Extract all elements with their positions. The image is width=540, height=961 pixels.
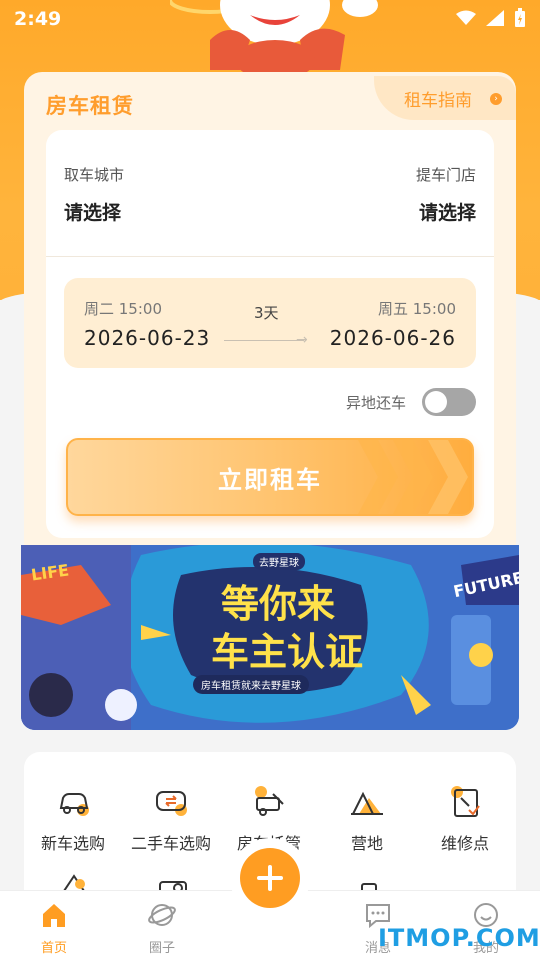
tab-home[interactable]: 首页	[24, 901, 84, 956]
wifi-icon	[456, 10, 476, 25]
rental-guide-link[interactable]: 租车指南 ›	[374, 76, 516, 120]
rental-form: 取车城市 请选择 提车门店 请选择 周二 15:00 2026-06-23 3天…	[46, 130, 494, 538]
remote-return-toggle[interactable]	[422, 388, 476, 416]
banner-caption: 房车租赁就来去野星球	[193, 675, 309, 694]
campsite-icon	[349, 784, 385, 820]
feature-campsite[interactable]: 营地	[318, 784, 416, 854]
rv-rental-card: 房车租赁 租车指南 › 取车城市 请选择 提车门店 请选择 周二 15:00 2…	[24, 72, 516, 562]
divider	[46, 256, 494, 257]
arrow-line	[224, 340, 304, 341]
banner-headline-2: 车主认证	[211, 630, 364, 674]
tab-home-label: 首页	[40, 941, 67, 956]
pickup-city-selector[interactable]: 取车城市 请选择	[46, 130, 270, 256]
rent-now-button[interactable]: 立即租车	[66, 438, 474, 516]
pickup-city-value: 请选择	[64, 202, 122, 224]
pickup-city-label: 取车城市	[64, 166, 125, 184]
banner-headline-1: 等你来	[221, 582, 336, 626]
used-car-icon	[153, 784, 189, 820]
store-selector[interactable]: 提车门店 请选择	[270, 130, 494, 256]
rental-days: 3天	[254, 304, 279, 322]
feature-new-car[interactable]: 新车选购	[24, 784, 122, 854]
chevron-right-icon: ›	[490, 93, 502, 105]
feature-repair[interactable]: 维修点	[416, 784, 514, 854]
status-icons	[456, 8, 526, 28]
feature-label: 营地	[350, 834, 383, 853]
rental-guide-label: 租车指南	[404, 91, 472, 111]
battery-icon	[515, 8, 525, 27]
arrow-right-icon: →	[296, 332, 308, 348]
store-value: 请选择	[418, 202, 476, 224]
card-title: 房车租赁	[46, 94, 134, 118]
store-label: 提车门店	[415, 166, 476, 184]
feature-label: 二手车选购	[130, 834, 211, 853]
watermark: ITMOP.COM	[378, 924, 540, 952]
add-button[interactable]	[240, 848, 300, 908]
rent-now-label: 立即租车	[218, 466, 322, 494]
start-date: 2026-06-23	[84, 326, 211, 350]
banner-badge: 去野星球	[253, 553, 305, 570]
status-time: 2:49	[14, 8, 62, 30]
feature-label: 维修点	[440, 834, 489, 853]
date-range-picker[interactable]: 周二 15:00 2026-06-23 3天 → 周五 15:00 2026-0…	[64, 278, 476, 368]
mascot-illustration	[170, 0, 378, 80]
new-car-icon	[55, 784, 91, 820]
feature-label: 新车选购	[40, 834, 105, 853]
signal-icon	[486, 10, 504, 26]
planet-icon	[148, 904, 176, 926]
end-day: 周五 15:00	[378, 300, 456, 318]
home-icon	[43, 904, 65, 927]
promo-banner[interactable]: 去野星球 等你来 车主认证 房车租赁就来去野星球 FUTURE LIFE	[21, 545, 519, 730]
remote-return-label: 异地还车	[346, 394, 407, 412]
start-day: 周二 15:00	[84, 300, 162, 318]
toggle-knob	[425, 391, 447, 413]
repair-icon	[447, 784, 483, 820]
feature-rv-custody[interactable]: 房车托管	[220, 784, 318, 854]
tab-circle[interactable]: 圈子	[132, 901, 192, 956]
tab-circle-label: 圈子	[148, 941, 175, 956]
feature-used-car[interactable]: 二手车选购	[122, 784, 220, 854]
end-date: 2026-06-26	[329, 326, 456, 350]
rv-custody-icon	[251, 784, 287, 820]
